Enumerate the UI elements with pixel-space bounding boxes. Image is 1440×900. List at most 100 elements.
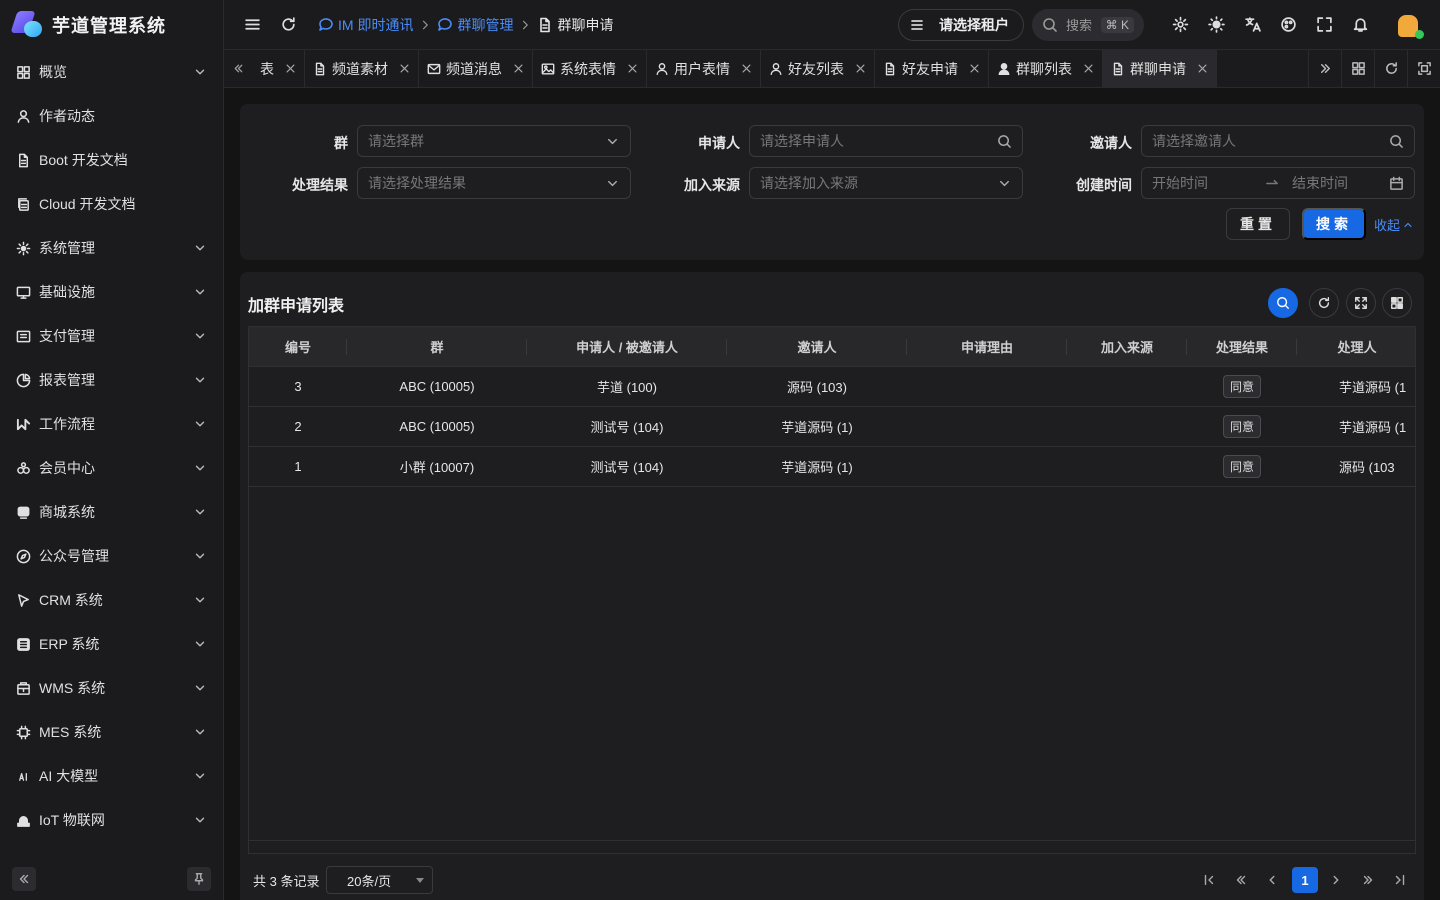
chevron-down-icon [193, 241, 207, 255]
tabs-scroll-right-icon[interactable] [1308, 49, 1341, 88]
sidebar-item-8[interactable]: 工作流程 [0, 402, 223, 446]
avatar[interactable] [1390, 7, 1426, 43]
sidebar-item-10[interactable]: 商城系统 [0, 490, 223, 534]
status-badge: 同意 [1222, 375, 1261, 398]
maximize-content-icon[interactable] [1407, 49, 1440, 88]
search-icon[interactable] [997, 134, 1012, 149]
search-icon[interactable] [1389, 134, 1404, 149]
tab-2[interactable]: 频道消息 [419, 49, 533, 88]
close-icon[interactable] [285, 63, 296, 74]
close-icon[interactable] [513, 63, 524, 74]
close-icon[interactable] [1197, 63, 1208, 74]
sidebar-item-6[interactable]: 支付管理 [0, 314, 223, 358]
sidebar-item-1[interactable]: 作者动态 [0, 94, 223, 138]
tenant-selector[interactable]: 请选择租户 [898, 8, 1024, 41]
table-row[interactable]: 1 小群 (10007) 测试号 (104) 芋道源码 (1) 同意 源码 (103 [249, 447, 1415, 487]
column-settings-icon[interactable] [1382, 288, 1412, 318]
app-logo[interactable]: 芋道管理系统 [0, 0, 223, 50]
inviter-field[interactable]: 请选择邀请人 [1141, 125, 1415, 157]
breadcrumb-item-group-management[interactable]: 群聊管理 [437, 15, 513, 35]
tabs-scroll-left-icon[interactable] [224, 50, 252, 88]
sun-icon[interactable] [1202, 11, 1230, 39]
created-date-range[interactable]: 开始时间 结束时间 [1141, 167, 1415, 199]
bell-icon[interactable] [1346, 11, 1374, 39]
refresh-icon[interactable] [274, 11, 302, 39]
column-header: 申请理由 [907, 327, 1067, 366]
tab-4[interactable]: 用户表情 [647, 49, 761, 88]
tab-5[interactable]: 好友列表 [761, 49, 875, 88]
close-icon[interactable] [741, 63, 752, 74]
close-icon[interactable] [627, 63, 638, 74]
last-page-icon[interactable] [1387, 867, 1413, 893]
table-fullscreen-icon[interactable] [1346, 288, 1376, 318]
sidebar-item-14[interactable]: WMS 系统 [0, 666, 223, 710]
horizontal-scrollbar[interactable] [248, 840, 1416, 854]
sidebar: 芋道管理系统 概览 作者动态 Boot 开发文档 Cloud 开发文档 系统管理 基础设施… [0, 0, 224, 900]
sidebar-item-15[interactable]: MES 系统 [0, 710, 223, 754]
collapse-filters-link[interactable]: 收起 [1374, 215, 1414, 234]
next-page-icon[interactable] [1323, 867, 1349, 893]
sidebar-item-17[interactable]: IoT 物联网 [0, 798, 223, 842]
gear-icon[interactable] [1166, 11, 1194, 39]
sidebar-item-11[interactable]: 公众号管理 [0, 534, 223, 578]
sidebar-item-9[interactable]: 会员中心 [0, 446, 223, 490]
tab-1[interactable]: 频道素材 [305, 49, 419, 88]
close-icon[interactable] [399, 63, 410, 74]
color-theme-icon[interactable] [1274, 11, 1302, 39]
global-search[interactable]: 搜索 ⌘ K [1032, 8, 1144, 41]
table-cell: 小群 (10007) [399, 460, 475, 475]
toggle-search-icon[interactable] [1268, 288, 1298, 318]
refresh-tab-icon[interactable] [1374, 49, 1407, 88]
sidebar-item-3[interactable]: Cloud 开发文档 [0, 182, 223, 226]
table-row[interactable]: 3 ABC (10005) 芋道 (100) 源码 (103) 同意 芋道源码 (1 [249, 367, 1415, 407]
menu-toggle-icon[interactable] [238, 11, 266, 39]
close-icon[interactable] [855, 63, 866, 74]
start-date-input[interactable]: 开始时间 [1152, 173, 1260, 193]
prev-page-icon[interactable] [1259, 867, 1285, 893]
tab-0[interactable]: 表 [252, 49, 305, 88]
sidebar-item-0[interactable]: 概览 [0, 50, 223, 94]
next-5-pages-icon[interactable] [1355, 867, 1381, 893]
first-page-icon[interactable] [1196, 867, 1222, 893]
fullscreen-icon[interactable] [1310, 11, 1338, 39]
page-number-current[interactable]: 1 [1292, 867, 1318, 893]
result-select[interactable]: 请选择处理结果 [357, 167, 631, 199]
sidebar-item-7[interactable]: 报表管理 [0, 358, 223, 402]
page-size-select[interactable]: 20条/页 [326, 866, 433, 894]
column-header: 处理结果 [1187, 327, 1297, 366]
tab-list: 表 频道素材 频道消息 系统表情 用户表情 好友列表 好友申请 群聊列表 群聊申请 [252, 49, 1217, 88]
applicant-field[interactable]: 请选择申请人 [749, 125, 1023, 157]
sidebar-item-5[interactable]: 基础设施 [0, 270, 223, 314]
tab-8[interactable]: 群聊申请 [1103, 49, 1217, 88]
table-row[interactable]: 2 ABC (10005) 测试号 (104) 芋道源码 (1) 同意 芋道源码 (1 [249, 407, 1415, 447]
prev-5-pages-icon[interactable] [1228, 867, 1254, 893]
tab-3[interactable]: 系统表情 [533, 49, 647, 88]
tab-7[interactable]: 群聊列表 [989, 49, 1103, 88]
gear-icon [16, 241, 31, 256]
reset-button[interactable]: 重置 [1226, 208, 1290, 240]
sidebar-item-4[interactable]: 系统管理 [0, 226, 223, 270]
result-select-placeholder: 请选择处理结果 [368, 175, 466, 191]
group-select[interactable]: 请选择群 [357, 125, 631, 157]
pin-sidebar-icon[interactable] [187, 867, 211, 891]
end-date-input[interactable]: 结束时间 [1284, 173, 1389, 193]
breadcrumb-item-im[interactable]: IM 即时通讯 [318, 15, 413, 35]
sidebar-item-label: 公众号管理 [39, 548, 109, 564]
tenant-label: 请选择租户 [939, 16, 1009, 33]
column-header: 邀请人 [727, 327, 907, 366]
refresh-table-icon[interactable] [1309, 288, 1339, 318]
source-select[interactable]: 请选择加入来源 [749, 167, 1023, 199]
search-shortcut: ⌘ K [1100, 16, 1134, 33]
table-cell [907, 447, 1067, 486]
translate-icon[interactable] [1238, 11, 1266, 39]
sidebar-item-2[interactable]: Boot 开发文档 [0, 138, 223, 182]
sidebar-item-12[interactable]: CRM 系统 [0, 578, 223, 622]
sidebar-item-16[interactable]: AI 大模型 [0, 754, 223, 798]
tab-6[interactable]: 好友申请 [875, 49, 989, 88]
tabs-menu-icon[interactable] [1341, 49, 1374, 88]
search-button[interactable]: 搜索 [1302, 208, 1366, 240]
close-icon[interactable] [969, 63, 980, 74]
collapse-sidebar-icon[interactable] [12, 867, 36, 891]
sidebar-item-13[interactable]: ERP 系统 [0, 622, 223, 666]
close-icon[interactable] [1083, 63, 1094, 74]
